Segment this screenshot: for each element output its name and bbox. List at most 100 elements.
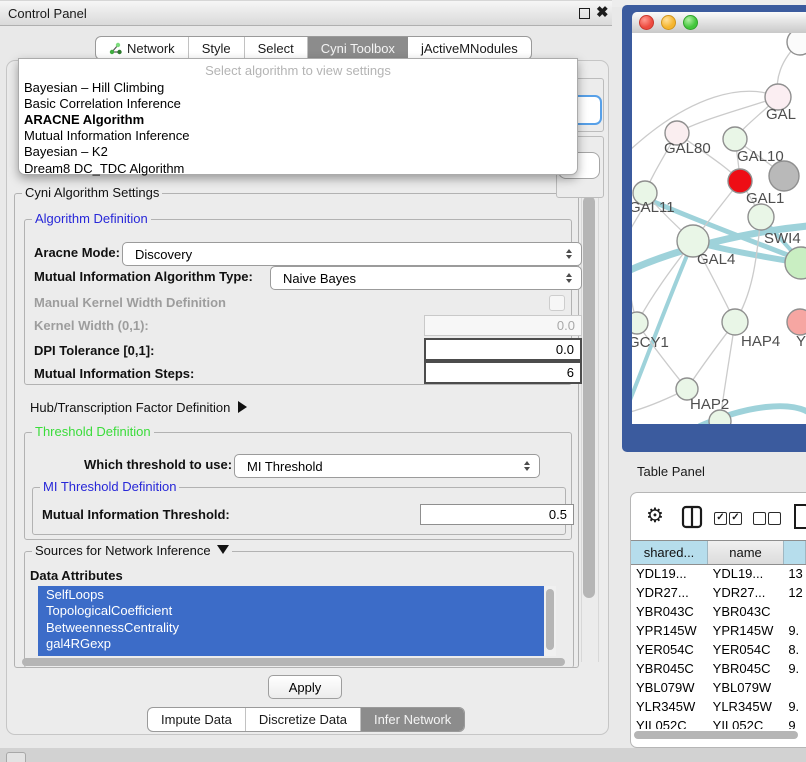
dpi-tolerance-label: DPI Tolerance [0,1]:: [34, 341, 154, 361]
algorithm-option[interactable]: Basic Correlation Inference: [19, 95, 577, 111]
minimize-traffic-light-icon[interactable]: [661, 15, 676, 30]
combo-arrows-icon: [566, 249, 572, 259]
algorithm-option[interactable]: Bayesian – Hill Climbing: [19, 79, 577, 95]
network-node-y[interactable]: [787, 309, 806, 335]
close-traffic-light-icon[interactable]: [639, 15, 654, 30]
document-icon[interactable]: [793, 503, 806, 530]
table-row[interactable]: YER054CYER054C8.: [631, 640, 806, 659]
table-row[interactable]: YDR27...YDR27...12: [631, 583, 806, 602]
network-node-hap4[interactable]: [722, 309, 748, 335]
table-row[interactable]: YBR043CYBR043C: [631, 602, 806, 621]
table-cell: YLR345W: [631, 699, 708, 714]
table-row[interactable]: YBR045CYBR045C9.: [631, 659, 806, 678]
algorithm-option[interactable]: Dream8 DC_TDC Algorithm: [19, 160, 577, 176]
algorithm-option[interactable]: Mutual Information Inference: [19, 128, 577, 144]
mi-threshold-field[interactable]: 0.5: [420, 504, 574, 525]
table-hscrollbar-thumb[interactable]: [634, 731, 798, 739]
which-threshold-combo[interactable]: MI Threshold: [234, 454, 540, 478]
table-cell: YER054C: [708, 642, 784, 657]
apply-button[interactable]: Apply: [268, 675, 342, 699]
gear-icon[interactable]: ⚙: [646, 506, 664, 526]
split-columns-icon[interactable]: [681, 505, 703, 529]
data-attribute-item[interactable]: gal4RGexp: [38, 636, 544, 653]
table-row[interactable]: YBL079WYBL079W: [631, 678, 806, 697]
aracne-mode-combo[interactable]: Discovery: [122, 242, 582, 266]
checked-box-icon[interactable]: ✓: [714, 512, 727, 525]
tab-network[interactable]: Network: [96, 37, 189, 59]
table-cell: YDL19...: [631, 566, 708, 581]
table-cell: YDL19...: [708, 566, 784, 581]
network-node-swi4[interactable]: [748, 204, 774, 230]
table-row[interactable]: YLR345WYLR345W9.: [631, 697, 806, 716]
network-node[interactable]: [769, 161, 799, 191]
combo-arrows-icon: [524, 461, 530, 471]
mi-threshold-value: 0.5: [549, 507, 567, 522]
checked-box-icon[interactable]: ✓: [729, 512, 742, 525]
sources-title-label: Sources for Network Inference: [35, 543, 211, 558]
hub-factor-expander[interactable]: Hub/Transcription Factor Definition: [30, 398, 247, 418]
network-node-gcy1[interactable]: [632, 312, 648, 334]
float-window-icon[interactable]: [579, 8, 590, 19]
table-row[interactable]: YDL19...YDL19...13: [631, 564, 806, 583]
table-rows: YDL19...YDL19...13YDR27...YDR27...12YBR0…: [631, 564, 806, 729]
table-row[interactable]: YIL052CYIL052C9: [631, 716, 806, 729]
table-column-header[interactable]: [784, 541, 806, 564]
mi-algorithm-type-combo[interactable]: Naive Bayes: [270, 266, 582, 290]
tab-impute-data[interactable]: Impute Data: [148, 708, 246, 731]
manual-kernel-width-checkbox[interactable]: [549, 295, 565, 311]
network-edge[interactable]: [637, 323, 687, 389]
attributes-vscrollbar-thumb[interactable]: [546, 589, 554, 650]
tab-label: jActiveMNodules: [421, 41, 518, 56]
table-column-header[interactable]: name: [708, 541, 784, 564]
zoom-traffic-light-icon[interactable]: [683, 15, 698, 30]
table-cell: YBR045C: [631, 661, 708, 676]
data-attribute-item[interactable]: SelfLoops: [38, 586, 544, 603]
data-attribute-item[interactable]: TopologicalCoefficient: [38, 603, 544, 620]
tab-jactivemnodules[interactable]: jActiveMNodules: [408, 37, 531, 59]
which-threshold-label: Which threshold to use:: [84, 455, 232, 475]
unchecked-box-icon[interactable]: [768, 512, 781, 525]
table-row[interactable]: YPR145WYPR145W9.: [631, 621, 806, 640]
sources-title[interactable]: Sources for Network Inference: [32, 544, 232, 558]
data-attributes-list[interactable]: SelfLoopsTopologicalCoefficientBetweenne…: [38, 586, 544, 656]
unchecked-box-icon[interactable]: [753, 512, 766, 525]
kernel-width-value: 0.0: [557, 318, 575, 333]
app-root: Control Panel ✖ Network Style Select Cyni T…: [0, 0, 806, 762]
tab-label: Discretize Data: [259, 712, 347, 727]
algorithm-option[interactable]: Bayesian – K2: [19, 144, 577, 160]
tab-cyni-toolbox[interactable]: Cyni Toolbox: [308, 37, 408, 59]
tab-select[interactable]: Select: [245, 37, 308, 59]
mi-algorithm-type-value: Naive Bayes: [283, 271, 356, 286]
control-panel-title: Control Panel: [8, 6, 87, 21]
tab-label: Network: [127, 41, 175, 56]
network-node[interactable]: [785, 247, 806, 279]
table-column-header[interactable]: shared...: [631, 541, 708, 564]
table-panel-title: Table Panel: [637, 464, 705, 479]
close-icon[interactable]: ✖: [596, 3, 609, 21]
tab-infer-network[interactable]: Infer Network: [361, 708, 464, 731]
table-cell: YPR145W: [631, 623, 708, 638]
table-cell: 9.: [783, 623, 806, 638]
network-icon: [109, 42, 122, 55]
manual-kernel-width-label: Manual Kernel Width Definition: [34, 293, 226, 313]
network-node-label: GAL4: [697, 251, 735, 268]
tab-discretize-data[interactable]: Discretize Data: [246, 708, 361, 731]
dpi-tolerance-field[interactable]: 0.0: [424, 338, 582, 361]
network-edge[interactable]: [677, 97, 778, 133]
settings-vscrollbar-thumb[interactable]: [583, 196, 595, 598]
data-attributes-label: Data Attributes: [30, 566, 123, 586]
tab-label: Select: [258, 41, 294, 56]
mi-steps-field[interactable]: 6: [424, 361, 582, 384]
data-attribute-item[interactable]: BetweennessCentrality: [38, 619, 544, 636]
bottom-corner-icon[interactable]: [6, 752, 26, 762]
mi-algorithm-type-label: Mutual Information Algorithm Type:: [34, 267, 253, 287]
algorithm-option[interactable]: ARACNE Algorithm: [19, 111, 577, 127]
network-canvas[interactable]: GALGAL80GAL10GAL1GAL11SWI4GAL4GCY1HAP4YH…: [632, 33, 806, 424]
table-cell: YER054C: [631, 642, 708, 657]
tab-label: Cyni Toolbox: [321, 41, 395, 56]
network-node-label: SWI4: [764, 230, 801, 247]
table-cell: 13: [783, 566, 806, 581]
settings-hscrollbar-thumb[interactable]: [22, 658, 565, 666]
network-window-titlebar[interactable]: [632, 12, 806, 34]
tab-style[interactable]: Style: [189, 37, 245, 59]
